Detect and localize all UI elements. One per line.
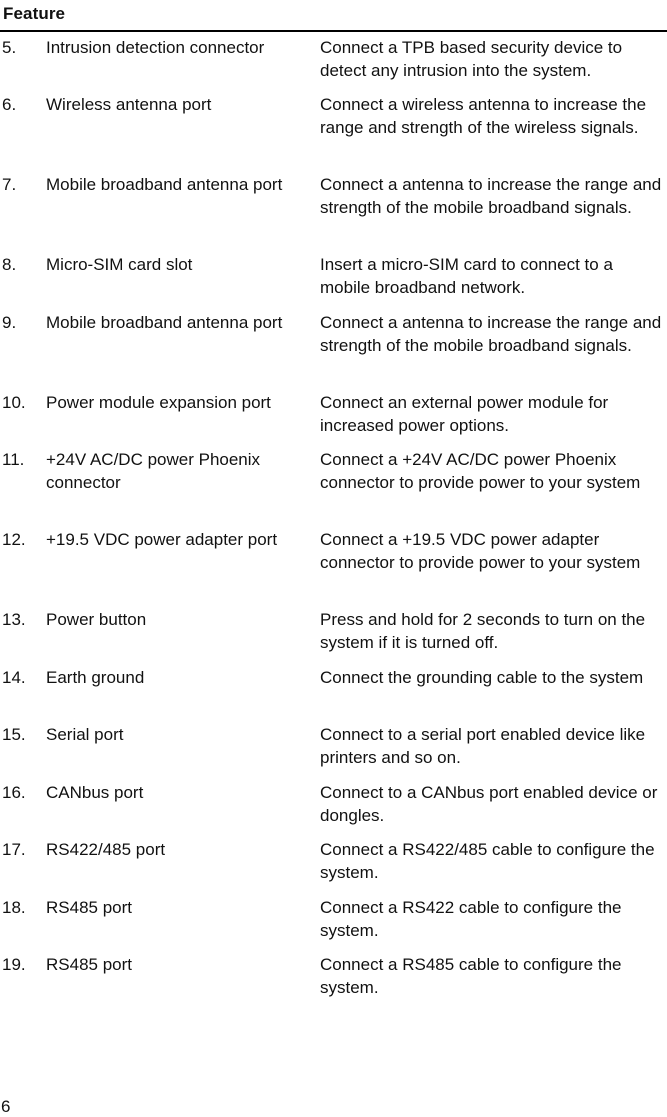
- row-number: 8.: [2, 255, 17, 274]
- feature-name: Mobile broadband antenna port: [46, 175, 283, 194]
- row-number: 17.: [2, 840, 26, 859]
- feature-description: Connect a wireless antenna to increase t…: [320, 95, 647, 137]
- feature-name: CANbus port: [46, 783, 144, 802]
- row-number: 18.: [2, 898, 26, 917]
- feature-description: Connect to a serial port enabled device …: [320, 725, 646, 767]
- feature-description: Connect a antenna to increase the range …: [320, 175, 662, 217]
- row-number: 10.: [2, 393, 26, 412]
- feature-name: RS485 port: [46, 898, 132, 917]
- feature-name: Earth ground: [46, 668, 145, 687]
- row-number: 12.: [2, 530, 26, 549]
- feature-description: Connect the grounding cable to the syste…: [320, 668, 644, 687]
- row-number: 19.: [2, 955, 26, 974]
- feature-description: Connect a +19.5 VDC power adapter connec…: [320, 530, 641, 572]
- feature-name: Mobile broadband antenna port: [46, 313, 283, 332]
- feature-description: Insert a micro-SIM card to connect to a …: [320, 255, 613, 297]
- feature-name: Intrusion detection connector: [46, 38, 265, 57]
- page-number: 6: [1, 1097, 11, 1116]
- row-number: 16.: [2, 783, 26, 802]
- table-header: Feature: [0, 0, 667, 32]
- feature-name: Wireless antenna port: [46, 95, 212, 114]
- feature-description: Connect a RS485 cable to configure the s…: [320, 955, 622, 997]
- feature-description: Connect a +24V AC/DC power Phoenix conne…: [320, 450, 641, 492]
- row-number: 11.: [2, 450, 25, 469]
- feature-description: Connect a antenna to increase the range …: [320, 313, 662, 355]
- feature-name: Power button: [46, 610, 147, 629]
- row-number: 7.: [2, 175, 17, 194]
- feature-name: RS485 port: [46, 955, 132, 974]
- feature-name: Micro-SIM card slot: [46, 255, 193, 274]
- feature-description: Connect to a CANbus port enabled device …: [320, 783, 658, 825]
- feature-name: Power module expansion port: [46, 393, 271, 412]
- row-number: 6.: [2, 95, 17, 114]
- feature-description: Connect a TPB based security device to d…: [320, 38, 623, 80]
- feature-description: Connect a RS422 cable to configure the s…: [320, 898, 622, 940]
- feature-description: Press and hold for 2 seconds to turn on …: [320, 610, 646, 652]
- feature-description: Connect a RS422/485 cable to configure t…: [320, 840, 655, 882]
- feature-name: +19.5 VDC power adapter port: [46, 530, 278, 549]
- row-number: 14.: [2, 668, 26, 687]
- feature-description: Connect an external power module for inc…: [320, 393, 609, 435]
- row-number: 15.: [2, 725, 26, 744]
- feature-name: Serial port: [46, 725, 124, 744]
- row-number: 13.: [2, 610, 26, 629]
- row-number: 9.: [2, 313, 17, 332]
- row-number: 5.: [2, 38, 17, 57]
- feature-name: +24V AC/DC power Phoenix connector: [46, 450, 261, 492]
- feature-name: RS422/485 port: [46, 840, 166, 859]
- feature-column-header: Feature: [3, 4, 66, 23]
